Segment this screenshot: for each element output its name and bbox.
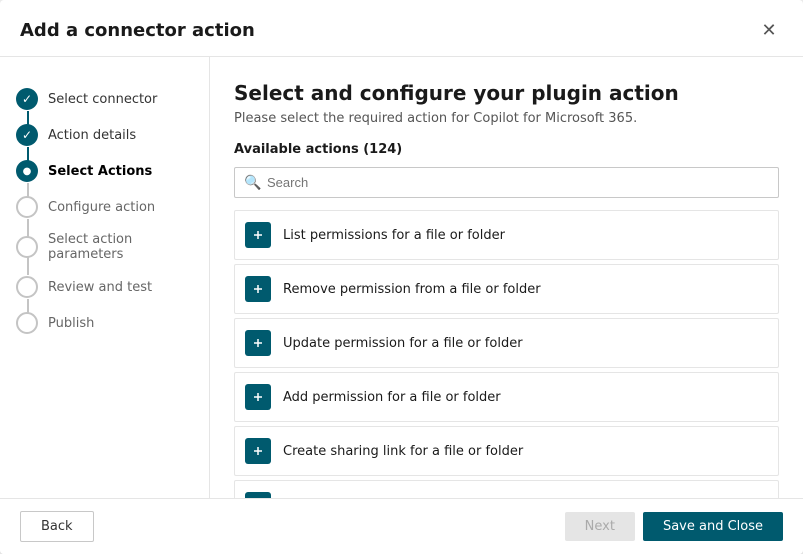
step-icon-review-and-test	[16, 276, 38, 298]
action-item-0[interactable]: List permissions for a file or folder	[234, 210, 779, 260]
sidebar-item-select-connector[interactable]: ✓ Select connector	[0, 81, 209, 117]
action-item-4[interactable]: Create sharing link for a file or folder	[234, 426, 779, 476]
modal-header: Add a connector action ✕	[0, 0, 803, 57]
modal-body: ✓ Select connector ✓ Action details ● Se…	[0, 57, 803, 498]
main-subtitle: Please select the required action for Co…	[234, 111, 779, 126]
action-label-4: Create sharing link for a file or folder	[283, 444, 523, 459]
sidebar-item-label-select-connector: Select connector	[48, 92, 157, 107]
sidebar-item-configure-action[interactable]: Configure action	[0, 189, 209, 225]
step-icon-select-connector: ✓	[16, 88, 38, 110]
close-button[interactable]: ✕	[755, 16, 783, 44]
sidebar-item-review-and-test[interactable]: Review and test	[0, 269, 209, 305]
main-content: Select and configure your plugin action …	[210, 57, 803, 498]
back-button[interactable]: Back	[20, 511, 94, 542]
action-label-3: Add permission for a file or folder	[283, 390, 501, 405]
sidebar-item-label-review-and-test: Review and test	[48, 280, 152, 295]
sidebar-item-select-action-parameters[interactable]: Select action parameters	[0, 225, 209, 269]
step-icon-configure-action	[16, 196, 38, 218]
action-item-1[interactable]: Remove permission from a file or folder	[234, 264, 779, 314]
step-icon-select-actions: ●	[16, 160, 38, 182]
action-item-3[interactable]: Add permission for a file or folder	[234, 372, 779, 422]
footer-right-buttons: Next Save and Close	[565, 512, 783, 541]
sidebar-item-action-details[interactable]: ✓ Action details	[0, 117, 209, 153]
action-icon-2	[245, 330, 271, 356]
search-container: 🔍	[234, 167, 779, 198]
available-actions-label: Available actions (124)	[234, 142, 779, 157]
action-icon-4	[245, 438, 271, 464]
action-item-5[interactable]: Render item attachment thumbnail, with k…	[234, 480, 779, 498]
sidebar-item-select-actions[interactable]: ● Select Actions	[0, 153, 209, 189]
step-icon-select-action-parameters	[16, 236, 38, 258]
action-label-1: Remove permission from a file or folder	[283, 282, 541, 297]
sidebar-item-label-publish: Publish	[48, 316, 94, 331]
search-input[interactable]	[234, 167, 779, 198]
step-icon-action-details: ✓	[16, 124, 38, 146]
action-icon-3	[245, 384, 271, 410]
modal-footer: Back Next Save and Close	[0, 498, 803, 554]
sidebar-item-publish[interactable]: Publish	[0, 305, 209, 341]
next-button: Next	[565, 512, 635, 541]
modal-container: Add a connector action ✕ ✓ Select connec…	[0, 0, 803, 554]
close-icon: ✕	[761, 20, 776, 41]
action-label-0: List permissions for a file or folder	[283, 228, 505, 243]
modal-title: Add a connector action	[20, 20, 255, 41]
action-icon-1	[245, 276, 271, 302]
action-icon-0	[245, 222, 271, 248]
save-and-close-button[interactable]: Save and Close	[643, 512, 783, 541]
sidebar-item-label-configure-action: Configure action	[48, 200, 155, 215]
step-icon-publish	[16, 312, 38, 334]
sidebar-item-label-action-details: Action details	[48, 128, 136, 143]
main-title: Select and configure your plugin action	[234, 81, 779, 105]
sidebar: ✓ Select connector ✓ Action details ● Se…	[0, 57, 210, 498]
sidebar-item-label-select-action-parameters: Select action parameters	[48, 232, 193, 262]
actions-list: List permissions for a file or folder Re…	[234, 210, 779, 498]
action-label-2: Update permission for a file or folder	[283, 336, 523, 351]
search-icon: 🔍	[244, 175, 261, 191]
action-item-2[interactable]: Update permission for a file or folder	[234, 318, 779, 368]
sidebar-item-label-select-actions: Select Actions	[48, 164, 152, 179]
